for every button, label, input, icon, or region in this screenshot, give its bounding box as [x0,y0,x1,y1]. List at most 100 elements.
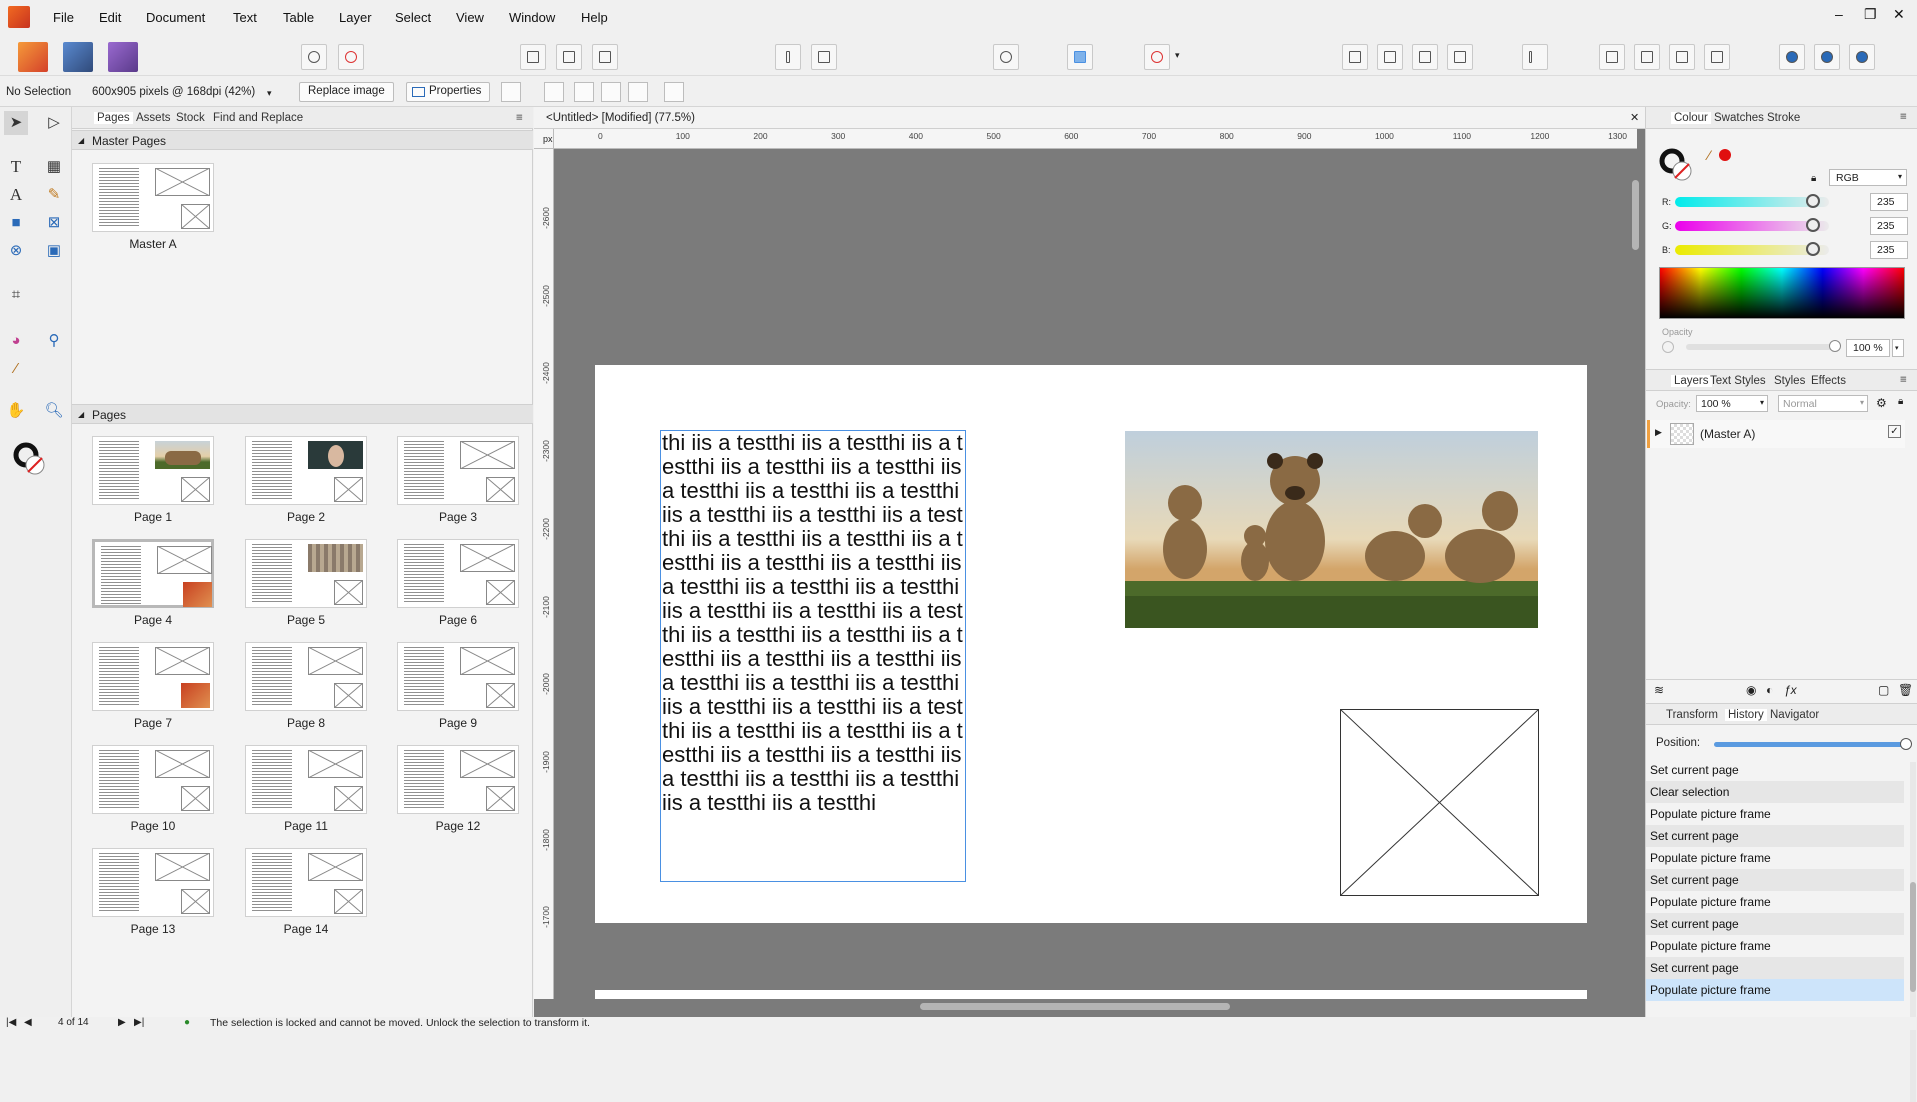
stretch-icon[interactable] [601,82,621,102]
history-item[interactable]: Set current page [1646,869,1904,891]
scale-icon[interactable] [574,82,594,102]
b-value[interactable]: 235 [1870,241,1908,259]
layer-expand-icon[interactable]: ▶ [1655,427,1662,438]
tab-history[interactable]: History [1725,709,1767,721]
page-thumbnail[interactable] [245,848,367,917]
preflight-icon[interactable] [993,44,1019,70]
minimize-button[interactable]: – [1835,6,1843,22]
menu-select[interactable]: Select [395,10,431,25]
crop-tool-icon[interactable]: ⌗ [4,283,28,307]
last-page-icon[interactable]: ▶| [134,1017,144,1028]
fx-icon[interactable]: ƒx [1784,683,1797,697]
tab-stroke[interactable]: Stroke [1767,112,1800,124]
menu-window[interactable]: Window [509,10,555,25]
align-icon[interactable] [1522,44,1548,70]
menu-document[interactable]: Document [146,10,205,25]
page-thumbnail[interactable] [92,436,214,505]
frame-inset-icon[interactable] [556,44,582,70]
page-thumbnail[interactable] [92,848,214,917]
arrange-forward-icon[interactable] [1412,44,1438,70]
history-scrollbar[interactable] [1910,762,1916,1102]
picture-frame-tool-icon[interactable]: ⊠ [42,211,66,235]
zoom-tool-icon[interactable]: 🔍︎ [42,399,66,423]
panel-menu-icon[interactable]: ≡ [516,112,523,124]
artistic-text-tool-icon[interactable]: A [4,183,28,207]
tab-colour[interactable]: Colour [1671,112,1711,124]
colour-spectrum[interactable] [1659,267,1905,319]
tab-find-replace[interactable]: Find and Replace [213,112,303,124]
pin-icon[interactable] [775,44,801,70]
master-thumbnail[interactable] [92,163,214,232]
pen-tool-icon[interactable]: ✎ [42,183,66,207]
r-slider-handle[interactable] [1806,194,1820,208]
colour-model-select[interactable]: RGB ▾ [1829,169,1907,186]
frame-text-tool-icon[interactable]: T [4,155,28,179]
history-item[interactable]: Populate picture frame [1646,847,1904,869]
first-page-icon[interactable]: |◀ [6,1017,16,1028]
next-page-icon[interactable]: ▶ [118,1017,126,1028]
arrange-back-icon[interactable] [1342,44,1368,70]
pages-header[interactable]: ◢ Pages [72,404,533,424]
opacity-slider[interactable] [1686,344,1836,350]
layout-icon[interactable] [501,82,521,102]
tab-stock[interactable]: Stock [176,112,205,124]
page-thumbnail[interactable] [397,642,519,711]
menu-edit[interactable]: Edit [99,10,121,25]
arrange-backward-icon[interactable] [1377,44,1403,70]
history-item[interactable]: Populate picture frame [1646,979,1904,1001]
horizontal-scrollbar[interactable] [920,1003,1230,1010]
page-thumbnail[interactable] [245,642,367,711]
history-position-handle[interactable] [1900,738,1912,750]
flip-horizontal-icon[interactable] [1599,44,1625,70]
menu-file[interactable]: File [53,10,74,25]
color-picker-tool-icon[interactable]: ⁄ [4,357,28,381]
flip-vertical-icon[interactable] [1634,44,1660,70]
tab-styles[interactable]: Styles [1774,375,1805,387]
menu-table[interactable]: Table [283,10,314,25]
tab-navigator[interactable]: Navigator [1770,709,1819,721]
master-pages-header[interactable]: ◢ Master Pages [72,130,533,150]
layer-row-master-a[interactable]: ▶ (Master A) ✓ [1647,420,1905,448]
rectangle-tool-icon[interactable]: ■ [4,211,28,235]
photo-persona-icon[interactable] [108,42,138,72]
horizontal-ruler[interactable]: 0 100 200 300 400 500 600 700 800 900 1000 1100 1200… [554,129,1637,149]
snapping-icon[interactable] [1144,44,1170,70]
transparency-tool-icon[interactable]: ⚲ [42,329,66,353]
frame-icon[interactable] [520,44,546,70]
opacity-slider-handle[interactable] [1829,340,1841,352]
blend-mode-select[interactable]: Normal ▾ [1778,395,1868,412]
text-frame[interactable]: thi iis a testthi iis a testthi iis a te… [660,430,966,882]
place-image-tool-icon[interactable]: ▣ [42,239,66,263]
tab-effects[interactable]: Effects [1811,375,1846,387]
eyedropper-icon[interactable]: ⁄ [1708,147,1710,163]
boolean-subtract-icon[interactable] [1814,44,1840,70]
fit-icon[interactable] [628,82,648,102]
page-thumbnail[interactable] [245,436,367,505]
snapping-dropdown-icon[interactable]: ▾ [1175,44,1187,70]
table-tool-icon[interactable]: ▦ [42,155,66,179]
baseline-grid-icon[interactable] [1067,44,1093,70]
tab-layers[interactable]: Layers [1671,375,1712,387]
properties-button[interactable]: Properties [406,82,491,102]
layer-visibility-checkbox[interactable]: ✓ [1888,425,1901,438]
b-slider-handle[interactable] [1806,242,1820,256]
page-thumbnail[interactable] [397,539,519,608]
boolean-add-icon[interactable] [1779,44,1805,70]
tab-assets[interactable]: Assets [136,112,171,124]
menu-help[interactable]: Help [581,10,608,25]
delete-layer-icon[interactable]: 🗑︎ [1898,683,1913,697]
crosshair-icon[interactable] [544,82,564,102]
arrange-front-icon[interactable] [1447,44,1473,70]
node-tool-icon[interactable]: ▷ [42,111,66,135]
pentagon-icon[interactable] [301,44,327,70]
fill-stroke-swatch-icon[interactable] [12,441,52,481]
prev-page-icon[interactable]: ◀ [24,1017,32,1028]
history-item[interactable]: Set current page [1646,913,1904,935]
tab-transform[interactable]: Transform [1666,709,1718,721]
page-thumbnail[interactable] [397,436,519,505]
layer-lock-icon[interactable]: 🔒︎ [1898,396,1903,407]
fill-tool-icon[interactable]: ◕ [4,329,28,353]
vertical-scrollbar[interactable] [1632,180,1639,250]
history-item[interactable]: Set current page [1646,825,1904,847]
page-thumbnail[interactable] [92,539,214,608]
